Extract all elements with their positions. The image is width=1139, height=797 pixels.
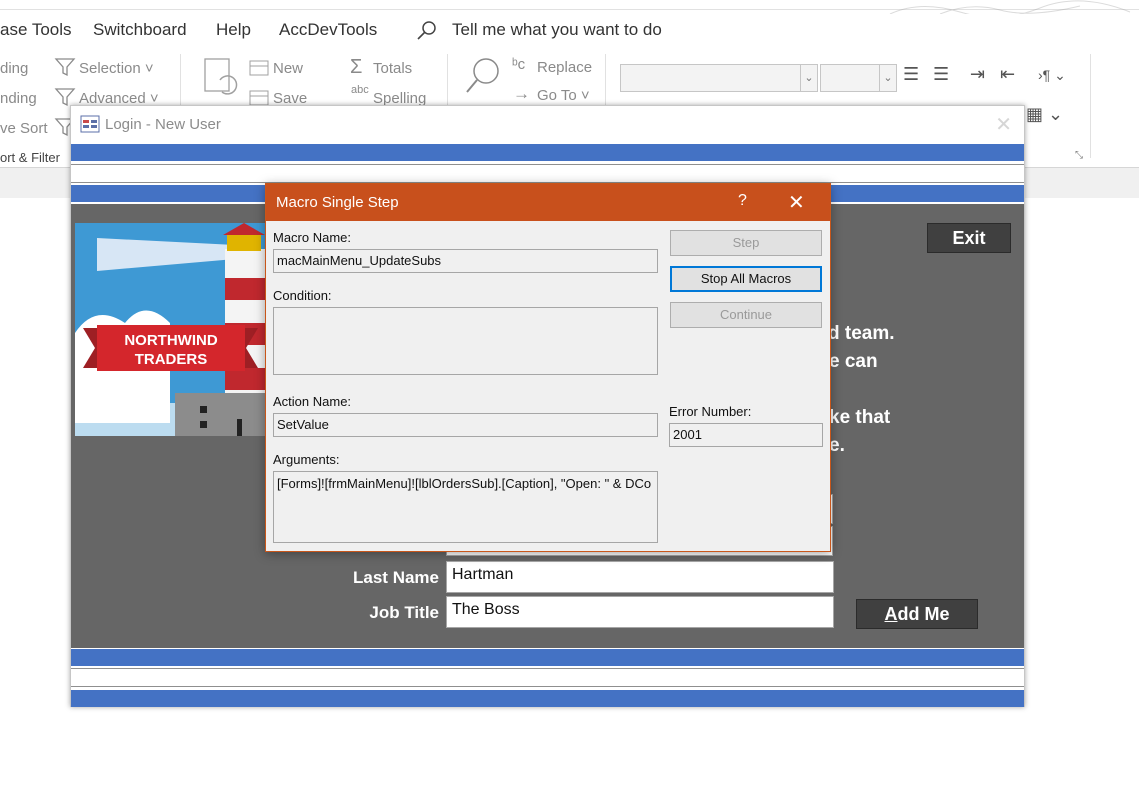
tab-database-tools[interactable]: ase Tools xyxy=(0,20,72,40)
last-name-field[interactable]: Hartman xyxy=(446,561,834,593)
footer-blue-bar xyxy=(71,690,1024,707)
dialog-title: Macro Single Step xyxy=(276,194,399,211)
error-number-field[interactable]: 2001 xyxy=(669,423,823,447)
font-name-combo[interactable]: ⌄ xyxy=(620,64,818,92)
macro-name-label: Macro Name: xyxy=(273,230,352,245)
totals-icon: Σ xyxy=(350,56,363,78)
job-title-field[interactable]: The Boss xyxy=(446,596,834,628)
tab-help[interactable]: Help xyxy=(216,20,251,40)
close-icon[interactable]: ✕ xyxy=(995,112,1012,137)
continue-button[interactable]: Continue xyxy=(670,302,822,328)
tell-me-search-box[interactable]: Tell me what you want to do xyxy=(452,20,662,40)
increase-indent-icon[interactable]: ⇥ xyxy=(970,64,985,85)
selection-filter-icon xyxy=(54,58,76,77)
replace-icon: ᵇc xyxy=(512,56,526,73)
form-titlebar: Login - New User ✕ xyxy=(71,106,1024,144)
welcome-text-line: d team. xyxy=(828,323,895,344)
logo-text-traders: TRADERS xyxy=(135,351,208,368)
search-icon[interactable] xyxy=(416,20,438,42)
tab-switchboard[interactable]: Switchboard xyxy=(93,20,187,40)
macro-single-step-dialog: Macro Single Step ? ✕ Macro Name: macMai… xyxy=(265,183,831,552)
logo-text-northwind: NORTHWIND xyxy=(124,332,217,349)
northwind-traders-logo: NORTHWIND TRADERS xyxy=(75,223,266,436)
spelling-icon: abc xyxy=(351,84,369,96)
job-title-label: Job Title xyxy=(369,603,439,622)
remove-sort-button[interactable]: ve Sort xyxy=(0,120,48,137)
add-me-button[interactable]: Add Me xyxy=(856,599,978,629)
window-top-strip xyxy=(0,0,1139,14)
action-name-label: Action Name: xyxy=(273,394,352,409)
add-me-label-rest: dd Me xyxy=(897,604,950,624)
tab-accdevtools[interactable]: AccDevTools xyxy=(279,20,377,40)
font-size-combo[interactable]: ⌄ xyxy=(820,64,897,92)
divider xyxy=(71,686,1024,687)
dialog-titlebar: Macro Single Step ? ✕ xyxy=(266,184,830,221)
gridlines-icon[interactable]: ▦ ⌄ xyxy=(1026,104,1063,125)
last-name-label: Last Name xyxy=(353,568,439,587)
numbering-icon[interactable]: ☰ xyxy=(933,64,949,85)
new-record-button[interactable]: New xyxy=(273,60,303,77)
sort-filter-group-label: ort & Filter xyxy=(0,150,60,165)
close-icon[interactable]: ✕ xyxy=(788,190,805,215)
ascending-button[interactable]: ding xyxy=(0,60,28,77)
refresh-all-icon[interactable] xyxy=(202,56,242,102)
new-record-icon xyxy=(249,60,269,76)
exit-button[interactable]: Exit xyxy=(927,223,1011,253)
add-me-accelerator: A xyxy=(884,604,898,624)
form-icon xyxy=(80,115,100,133)
header-blue-bar xyxy=(71,144,1024,161)
divider xyxy=(71,668,1024,669)
condition-field[interactable] xyxy=(273,307,658,375)
divider xyxy=(71,164,1024,165)
form-title: Login - New User xyxy=(105,116,221,133)
bullets-icon[interactable]: ☰ xyxy=(903,64,919,85)
error-number-label: Error Number: xyxy=(669,404,752,419)
welcome-text-line: ke that xyxy=(829,407,891,428)
goto-button[interactable]: Go To ˅ xyxy=(537,87,590,104)
welcome-text-line: e. xyxy=(829,435,845,456)
action-name-field[interactable]: SetValue xyxy=(273,413,658,437)
chevron-down-icon: ⌄ xyxy=(879,65,896,91)
footer-blue-bar xyxy=(71,649,1024,666)
welcome-text-line: e can xyxy=(829,351,878,372)
chevron-down-icon: ⌄ xyxy=(800,65,817,91)
stop-all-macros-button[interactable]: Stop All Macros xyxy=(670,266,822,292)
goto-arrow-icon: → xyxy=(513,84,530,103)
replace-button[interactable]: Replace xyxy=(537,59,592,76)
condition-label: Condition: xyxy=(273,288,332,303)
arguments-field[interactable]: [Forms]![frmMainMenu]![lblOrdersSub].[Ca… xyxy=(273,471,658,543)
descending-button[interactable]: nding xyxy=(0,90,37,107)
paragraph-direction-icon[interactable]: ›¶ ⌄ xyxy=(1038,67,1066,84)
selection-button[interactable]: Selection ˅ xyxy=(79,60,154,77)
totals-button[interactable]: Totals xyxy=(373,60,412,77)
step-button[interactable]: Step xyxy=(670,230,822,256)
dialog-launcher-icon[interactable]: ⤡ xyxy=(1075,150,1083,161)
arguments-label: Arguments: xyxy=(273,452,340,467)
find-icon[interactable] xyxy=(464,56,504,98)
macro-name-field[interactable]: macMainMenu_UpdateSubs xyxy=(273,249,658,273)
ribbon-separator xyxy=(1090,54,1091,158)
help-icon[interactable]: ? xyxy=(738,192,747,210)
ribbon-tab-bar: ase Tools Switchboard Help AccDevTools T… xyxy=(0,10,1139,50)
decrease-indent-icon[interactable]: ⇤ xyxy=(1000,64,1015,85)
